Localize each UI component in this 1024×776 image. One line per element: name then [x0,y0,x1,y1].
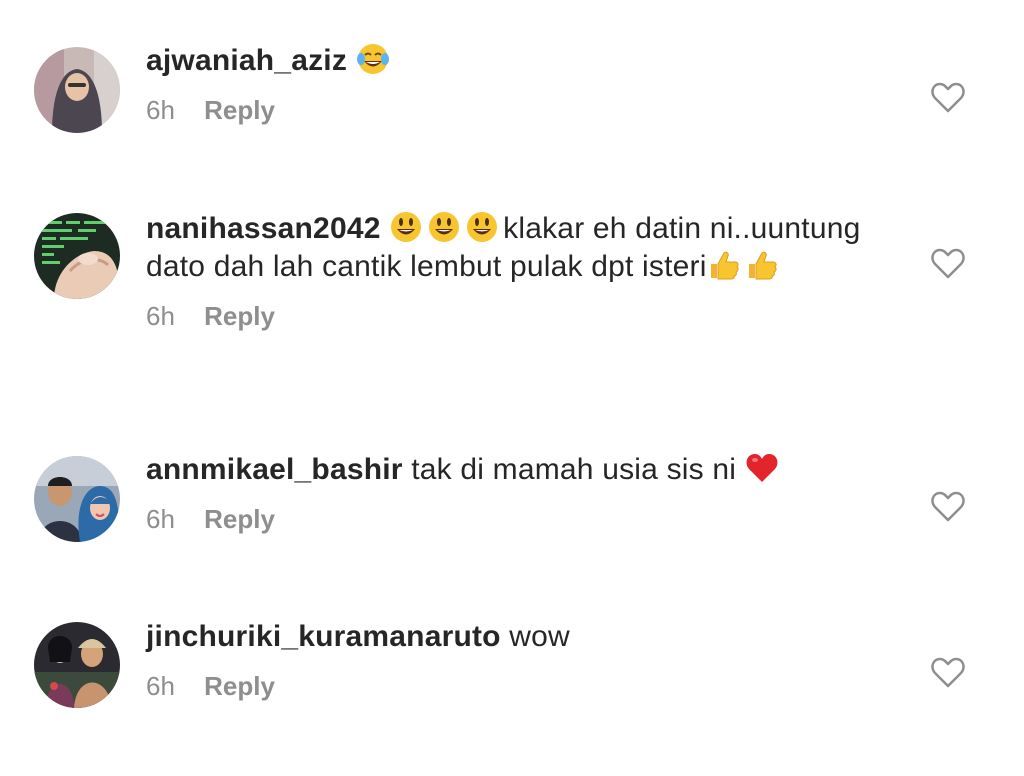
timestamp: 6h [146,95,175,125]
avatar[interactable] [34,47,120,133]
comment-meta: 6h Reply [146,503,886,535]
username[interactable]: ajwaniah_aziz [146,44,347,77]
username[interactable]: jinchuriki_kuramanaruto [146,620,501,653]
comment-text: nanihassan2042 klakar eh datin ni..uuntu… [146,210,886,286]
comment-body: wow [509,620,570,653]
reply-button[interactable]: Reply [204,300,275,332]
smiley-emoji [465,210,503,244]
avatar[interactable] [34,622,120,708]
comment-meta: 6h Reply [146,670,886,702]
comment-meta: 6h Reply [146,94,886,126]
tears-of-joy-emoji [356,42,394,76]
timestamp: 6h [146,301,175,331]
heart-outline-icon[interactable] [930,246,966,280]
avatar[interactable] [34,456,120,542]
smiley-emoji [389,210,427,244]
avatar[interactable] [34,213,120,299]
reply-button[interactable]: Reply [204,670,275,702]
smiley-emoji [427,210,465,244]
username[interactable]: annmikael_bashir [146,453,403,486]
comment-text: jinchuriki_kuramanaruto wow [146,618,886,656]
reply-button[interactable]: Reply [204,94,275,126]
thumbs-up-emoji [707,248,745,282]
comment-text: annmikael_bashir tak di mamah usia sis n… [146,451,886,489]
username[interactable]: nanihassan2042 [146,212,381,245]
thumbs-up-emoji [745,248,783,282]
heart-outline-icon[interactable] [930,655,966,689]
comment-text: ajwaniah_aziz [146,42,886,80]
comment-meta: 6h Reply [146,300,886,332]
heart-outline-icon[interactable] [930,80,966,114]
reply-button[interactable]: Reply [204,503,275,535]
comment-list: ajwaniah_aziz 6h Reply nanihassan2042 kl… [0,0,1024,776]
timestamp: 6h [146,671,175,701]
heart-outline-icon[interactable] [930,489,966,523]
timestamp: 6h [146,504,175,534]
red-heart-emoji [745,451,783,485]
comment-body: tak di mamah usia sis ni [411,453,737,486]
